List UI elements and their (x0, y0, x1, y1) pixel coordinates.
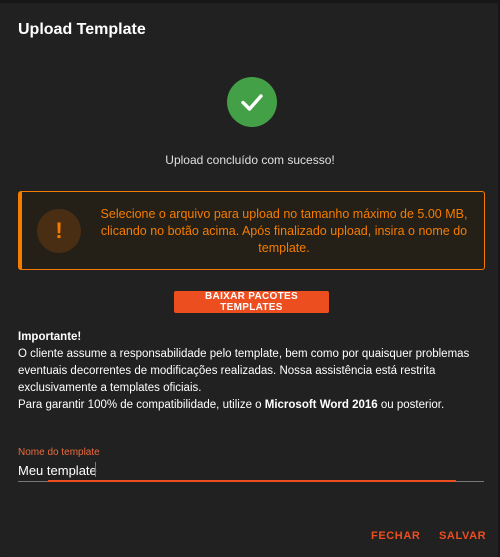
important-heading: Importante! (18, 331, 82, 343)
check-icon (227, 77, 277, 127)
download-templates-button[interactable]: BAIXAR PACOTES TEMPLATES (174, 291, 329, 313)
upload-template-dialog: Upload Template Upload concluído com suc… (0, 3, 498, 557)
compatibility-note: Para garantir 100% de compatibilidade, u… (18, 399, 445, 411)
template-name-input[interactable] (18, 460, 484, 480)
word-version: Microsoft Word 2016 (264, 399, 378, 411)
save-button[interactable]: SALVAR (439, 530, 486, 542)
text-caret (95, 462, 96, 477)
exclamation-icon: ! (37, 209, 81, 253)
success-message: Upload concluído com sucesso! (165, 153, 335, 167)
important-disclaimer: O cliente assume a responsabilidade pelo… (18, 348, 470, 394)
input-focus-underline (48, 480, 456, 482)
important-notice: Importante! O cliente assume a responsab… (18, 329, 488, 414)
template-name-label: Nome do template (18, 447, 100, 458)
close-button[interactable]: FECHAR (371, 530, 420, 542)
warning-message: Selecione o arquivo para upload no taman… (100, 207, 468, 255)
dialog-title: Upload Template (18, 21, 146, 38)
warning-alert: ! Selecione o arquivo para upload no tam… (18, 191, 485, 270)
